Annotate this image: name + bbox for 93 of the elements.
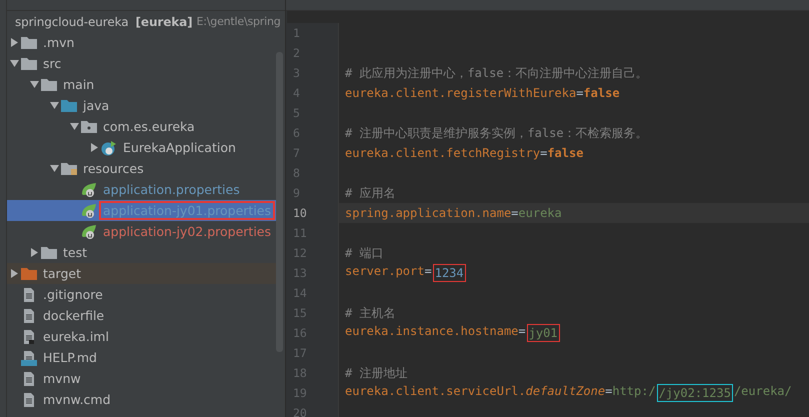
tree-row[interactable]: application.properties (7, 179, 279, 200)
file-name: .mvn (42, 34, 76, 52)
code-text: defaultZone (526, 384, 606, 400)
code-text: eureka.client.serviceUrl. (345, 384, 526, 400)
code-text: false (547, 146, 584, 160)
file-name: EurekaApplication (122, 139, 237, 157)
scrollbar[interactable] (276, 52, 283, 352)
code-comment: # 端口 (345, 244, 384, 262)
resources-folder-icon (61, 162, 77, 175)
code-comment: # 注册地址 (345, 364, 408, 382)
line-number: 10 (287, 203, 339, 223)
folder-icon (21, 36, 37, 49)
code-text: eureka.client.registerWithEureka (345, 86, 576, 100)
tree-row[interactable]: com.es.eureka (7, 116, 279, 137)
tree-row[interactable]: src (7, 53, 279, 74)
expand-arrow-icon[interactable] (30, 248, 38, 257)
tree-row[interactable]: main (7, 74, 279, 95)
file-name: eureka.iml (42, 328, 110, 346)
markdown-file-icon (21, 350, 37, 366)
tree-row[interactable]: HELP.md (7, 347, 279, 368)
code-text: = (511, 206, 518, 220)
code-text: false (583, 86, 620, 100)
file-name: com.es.eureka (102, 118, 196, 136)
file-icon (21, 392, 37, 408)
spring-leaf-icon (81, 224, 97, 240)
code-text: /jy02:1235 (656, 384, 733, 402)
code-comment: # 此应用为注册中心，false：不向注册中心注册自己。 (345, 64, 648, 82)
file-name: test (62, 244, 88, 262)
spring-leaf-icon (81, 202, 97, 218)
folder-icon (61, 99, 77, 112)
folder-icon (21, 57, 37, 70)
tree-row[interactable]: EurekaApplication (7, 137, 279, 158)
code-text: 1234 (432, 264, 466, 282)
code-text: http:/ (612, 384, 656, 400)
expand-arrow-icon[interactable] (10, 38, 18, 47)
code-text: jy01 (526, 324, 560, 342)
expand-arrow-icon[interactable] (10, 269, 18, 278)
tree-row[interactable]: java (7, 95, 279, 116)
code-text: = (424, 264, 432, 280)
tree-row[interactable]: target (7, 263, 279, 284)
file-name: application.properties (102, 181, 241, 199)
collapse-arrow-icon[interactable] (30, 80, 38, 89)
file-name: .gitignore (42, 286, 104, 304)
file-name: mvnw.cmd (42, 391, 112, 409)
code-comment: # 应用名 (345, 184, 396, 202)
code-text: server.port (345, 264, 424, 280)
code-text: eureka.client.fetchRegistry (345, 146, 540, 160)
tree-row[interactable]: resources (7, 158, 279, 179)
project-path: E:\gentle\spring (196, 15, 281, 28)
file-name: resources (82, 160, 145, 178)
folder-icon (41, 78, 57, 91)
code-text: /eureka/ (734, 384, 792, 400)
file-name: main (62, 76, 96, 94)
file-name: HELP.md (42, 349, 98, 367)
file-name: dockerfile (42, 307, 106, 325)
tree-row[interactable]: .gitignore (7, 284, 279, 305)
module-name: [eureka] (136, 14, 193, 28)
file-icon (21, 328, 37, 344)
code-text: eureka.instance.hostname (345, 324, 518, 340)
tree-row[interactable]: application-jy02.properties (7, 221, 279, 242)
spring-leaf-icon (81, 182, 97, 198)
code-text: = (605, 384, 612, 400)
file-name: mvnw (42, 370, 82, 388)
code-text: = (576, 86, 584, 100)
expand-arrow-icon[interactable] (90, 143, 98, 152)
file-icon (21, 370, 37, 386)
code-comment: # 注册中心职责是维护服务实例，false：不检索服务。 (345, 124, 648, 142)
code-comment: # 主机名 (345, 304, 396, 322)
tree-row[interactable]: mvnw (7, 368, 279, 389)
project-name: springcloud-eureka (14, 14, 130, 30)
code-text: = (518, 324, 526, 340)
tree-row[interactable]: eureka.iml (7, 326, 279, 347)
tree-row[interactable]: dockerfile (7, 305, 279, 326)
collapse-arrow-icon[interactable] (70, 122, 78, 131)
folder-icon (41, 246, 57, 259)
folder-icon (21, 267, 37, 280)
collapse-arrow-icon[interactable] (50, 164, 58, 173)
file-name: src (42, 55, 62, 73)
tree-row[interactable]: .mvn (7, 32, 279, 53)
file-icon (21, 286, 37, 302)
tree-row[interactable]: test (7, 242, 279, 263)
code-text: = (540, 146, 548, 160)
spring-class-icon (101, 140, 117, 156)
collapse-arrow-icon[interactable] (50, 101, 58, 110)
file-name: application-jy02.properties (102, 223, 272, 241)
file-name: target (42, 265, 82, 283)
code-text: spring.application.name (345, 206, 512, 220)
collapse-arrow-icon[interactable] (10, 59, 18, 68)
tree-row[interactable]: mvnw.cmd (7, 389, 279, 410)
file-icon (21, 308, 37, 324)
code-text: eureka (518, 206, 562, 220)
file-name: java (82, 97, 110, 115)
package-folder-icon (81, 120, 97, 133)
